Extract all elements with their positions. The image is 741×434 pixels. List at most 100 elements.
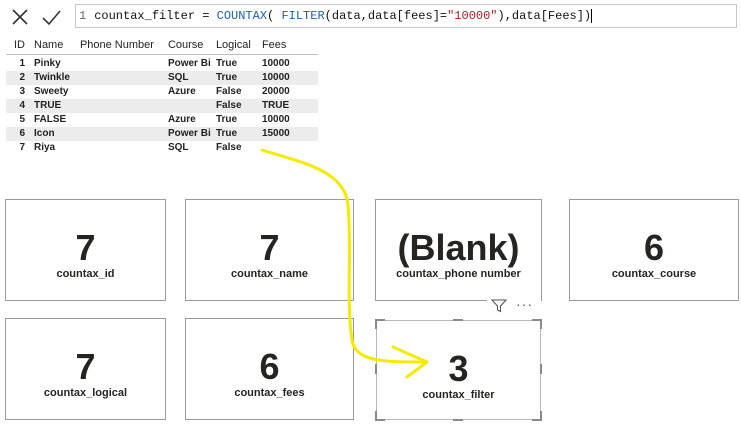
card-value: 3 — [448, 348, 469, 389]
resize-handle[interactable] — [453, 319, 463, 321]
table-row[interactable]: 6 Icon Power Bi True 15000 — [6, 127, 318, 141]
cell-phone-number — [75, 71, 163, 85]
cell-id: 1 — [19, 58, 25, 69]
cell-fees: 10000 — [261, 58, 290, 69]
card-countax-phone-number[interactable]: (Blank) countax_phone number — [375, 199, 542, 301]
cell-name: Riya — [34, 142, 56, 153]
formula-part: (data,data[fees]= — [324, 9, 448, 23]
card-value: 7 — [75, 346, 96, 387]
cell-course: Azure — [167, 86, 196, 97]
cell-course — [163, 99, 211, 113]
card-countax-course[interactable]: 6 countax_course — [569, 199, 739, 301]
card-countax-id[interactable]: 7 countax_id — [5, 199, 166, 301]
table-row[interactable]: 4 TRUE False TRUE — [6, 99, 318, 113]
line-number: 1 — [79, 9, 87, 23]
cell-id: 5 — [19, 114, 25, 125]
filter-icon[interactable] — [491, 299, 507, 313]
card-label: countax_phone number — [396, 268, 521, 280]
card-value: 6 — [259, 346, 280, 387]
more-options-button[interactable]: ··· — [516, 296, 538, 314]
close-icon[interactable] — [9, 6, 31, 28]
table-header-row: ID Name Phone Number Course Logical Fees — [6, 36, 318, 55]
card-countax-filter[interactable]: 3 countax_filter — [376, 320, 541, 420]
column-header-logical[interactable]: Logical — [211, 36, 257, 55]
cell-course: SQL — [167, 142, 189, 153]
cell-phone-number — [75, 113, 163, 127]
cell-logical: False — [215, 100, 242, 111]
card-countax-logical[interactable]: 7 countax_logical — [5, 318, 166, 420]
resize-handle[interactable] — [540, 319, 542, 329]
visual-header: ··· — [487, 296, 541, 316]
cell-course: Power Bi — [167, 128, 211, 139]
cell-fees: 10000 — [261, 114, 290, 125]
cell-course: Power Bi — [167, 58, 211, 69]
table-row[interactable]: 7 Riya SQL False — [6, 141, 318, 155]
cell-id: 3 — [19, 86, 25, 97]
cell-logical: False — [215, 86, 242, 97]
card-value: 7 — [75, 227, 96, 268]
cell-name: FALSE — [34, 114, 67, 125]
card-value: 6 — [643, 227, 665, 268]
resize-handle[interactable] — [375, 411, 377, 421]
column-header-name[interactable]: Name — [29, 36, 75, 55]
column-header-course[interactable]: Course — [163, 36, 211, 55]
column-header-fees[interactable]: Fees — [257, 36, 318, 55]
formula-input[interactable]: 1 countax_filter = COUNTAX( FILTER(data,d… — [75, 4, 737, 28]
cell-phone-number — [75, 141, 163, 155]
resize-handle[interactable] — [375, 364, 377, 374]
card-label: countax_id — [56, 268, 115, 280]
cell-name: Sweety — [34, 86, 69, 97]
measure-name: countax_filter = — [94, 9, 217, 23]
formula-part: ( — [267, 9, 282, 23]
data-table[interactable]: ID Name Phone Number Course Logical Fees… — [6, 36, 318, 155]
cell-course: Azure — [167, 114, 196, 125]
table-row[interactable]: 5 FALSE Azure True 10000 — [6, 113, 318, 127]
cell-id: 2 — [19, 72, 25, 83]
cell-logical: False — [215, 142, 242, 153]
function-filter: FILTER — [281, 9, 325, 23]
cell-logical: True — [215, 72, 238, 83]
card-label: countax_logical — [43, 387, 128, 399]
cell-logical: True — [215, 114, 238, 125]
cell-fees: 15000 — [261, 128, 290, 139]
function-countax: COUNTAX — [216, 9, 268, 23]
card-countax-name[interactable]: 7 countax_name — [185, 199, 354, 301]
cell-logical: True — [215, 128, 238, 139]
card-value: 7 — [259, 227, 280, 268]
card-countax-fees[interactable]: 6 countax_fees — [185, 318, 354, 420]
formula-bar: 1 countax_filter = COUNTAX( FILTER(data,d… — [0, 0, 741, 34]
cell-phone-number — [75, 127, 163, 141]
cell-fees: 10000 — [261, 72, 290, 83]
cell-fees: 20000 — [261, 86, 290, 97]
resize-handle[interactable] — [540, 411, 542, 421]
cell-phone-number — [75, 85, 163, 99]
resize-handle[interactable] — [453, 419, 463, 421]
card-label: countax_course — [611, 268, 697, 280]
string-literal: "10000" — [447, 9, 498, 23]
column-header-id[interactable]: ID — [6, 36, 29, 55]
resize-handle[interactable] — [375, 319, 377, 329]
card-label: countax_name — [230, 268, 309, 280]
cell-course: SQL — [167, 72, 189, 83]
table-row[interactable]: 2 Twinkle SQL True 10000 — [6, 71, 318, 85]
cell-fees: TRUE — [261, 100, 290, 111]
table-row[interactable]: 3 Sweety Azure False 20000 — [6, 85, 318, 99]
cell-id: 7 — [19, 142, 25, 153]
cell-phone-number — [75, 99, 163, 113]
card-label: countax_fees — [234, 387, 305, 399]
card-value: (Blank) — [397, 227, 520, 268]
checkmark-icon[interactable] — [40, 6, 62, 28]
table-row[interactable]: 1 Pinky Power Bi True 10000 — [6, 57, 318, 71]
text-caret — [591, 8, 593, 23]
resize-handle[interactable] — [540, 364, 542, 374]
cell-id: 4 — [19, 100, 25, 111]
column-header-phone-number[interactable]: Phone Number — [75, 36, 163, 55]
formula-part: ),data[Fees]) — [497, 9, 592, 23]
cell-name: Icon — [34, 128, 55, 139]
cell-name: TRUE — [34, 100, 62, 111]
cell-name: Pinky — [34, 58, 61, 69]
card-label: countax_filter — [422, 389, 495, 401]
cell-logical: True — [215, 58, 238, 69]
cell-fees — [257, 141, 318, 155]
cell-id: 6 — [19, 128, 25, 139]
